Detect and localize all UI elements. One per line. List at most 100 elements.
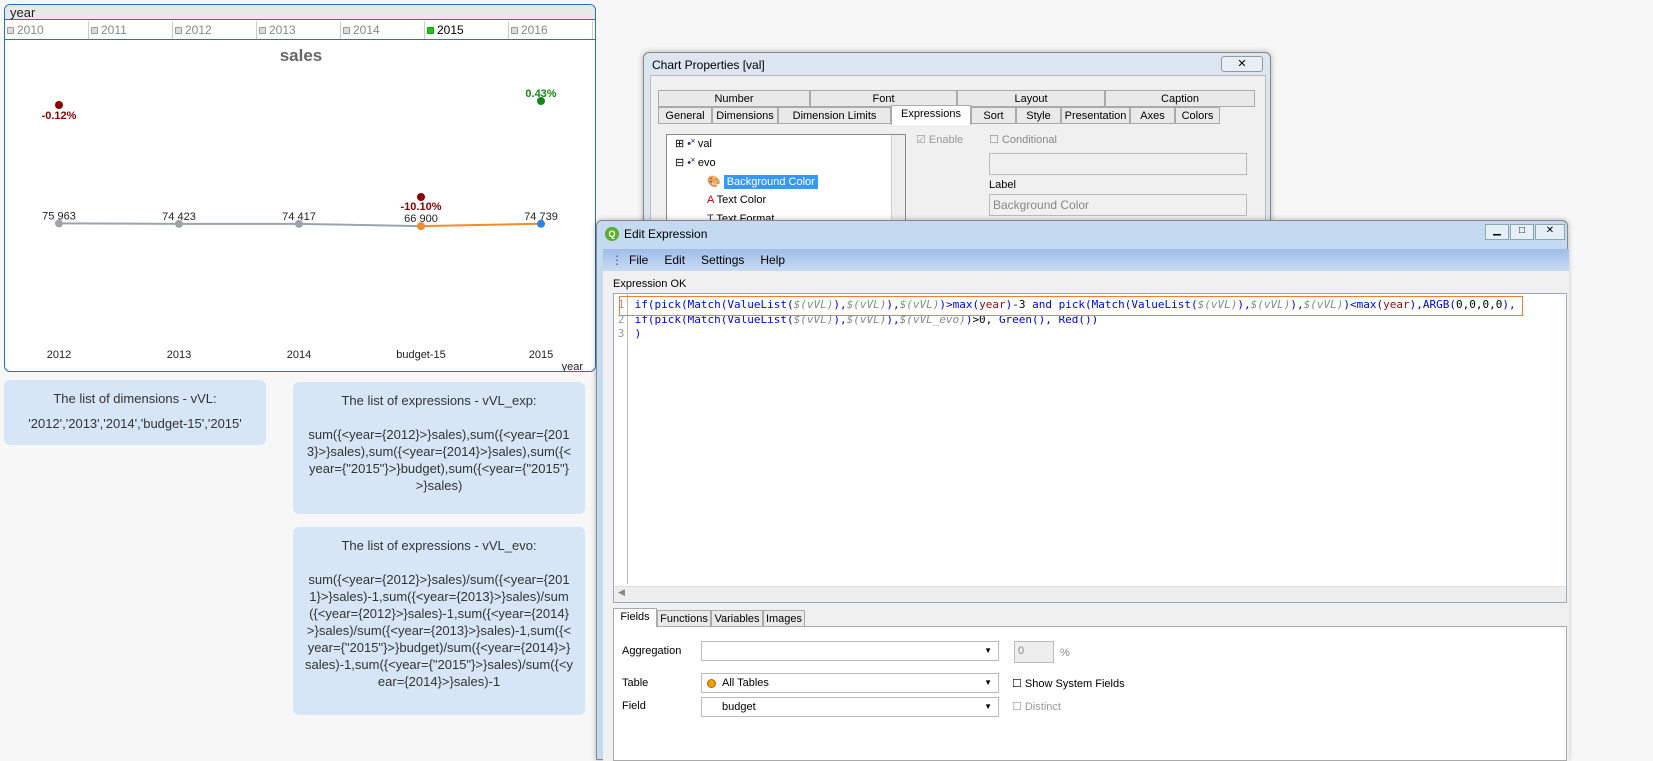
listbox-item-2014[interactable]: 2014 [341, 21, 425, 39]
listbox-item-2012[interactable]: 2012 [173, 21, 257, 39]
code-line: 3 ) [614, 327, 1516, 342]
data-label: 74 739 [524, 211, 558, 223]
code-token: ) [635, 327, 642, 340]
aggregation-label: Aggregation [622, 645, 681, 657]
maximize-button[interactable]: □ [1510, 224, 1534, 240]
tab-colors[interactable]: Colors [1175, 107, 1220, 124]
qlikview-logo-icon: Q [605, 227, 619, 241]
tab-images[interactable]: Images [763, 610, 805, 627]
menu-help[interactable]: Help [760, 253, 785, 267]
data-label: 66 900 [404, 213, 438, 225]
listbox-item-label: 2015 [437, 21, 464, 40]
data-label: 75 963 [42, 210, 76, 222]
percent-input[interactable]: 0 [1014, 641, 1054, 663]
chart-title: sales [280, 46, 323, 65]
show-system-fields-checkbox[interactable]: ☐ Show System Fields [1012, 677, 1125, 690]
edit-expression-dialog: Q Edit Expression ▁ □ ✕ ⋮FileEditSetting… [596, 220, 1568, 760]
evo-label: -10.10% [401, 201, 442, 213]
close-button[interactable]: ✕ [1535, 224, 1565, 240]
checkbox-icon [343, 27, 350, 34]
tab-expressions[interactable]: Expressions [891, 105, 971, 125]
tab-layout[interactable]: Layout [957, 90, 1105, 107]
listbox-item-label: 2014 [353, 21, 380, 40]
tab-variables[interactable]: Variables [711, 610, 763, 627]
minimize-button[interactable]: ▁ [1485, 224, 1509, 240]
field-label: Field [622, 700, 646, 712]
table-label: Table [622, 677, 648, 689]
tree-item[interactable]: ⊟ •˟ evo [675, 156, 716, 169]
menu-settings[interactable]: Settings [701, 253, 744, 267]
checkbox-icon [427, 27, 434, 34]
evo-point[interactable] [55, 101, 63, 109]
note-body: sum({<year={2012}>}sales),sum({<year={20… [305, 426, 573, 494]
tab-caption[interactable]: Caption [1105, 90, 1255, 107]
label-caption: Label [989, 179, 1016, 191]
tab-number[interactable]: Number [658, 90, 810, 107]
enable-label: Enable [929, 134, 963, 146]
conditional-label: Conditional [1002, 134, 1057, 146]
year-listbox: 2010 2011 2012 2013 2014 2015 2016 [5, 21, 595, 40]
tab-sort[interactable]: Sort [971, 107, 1016, 124]
menu-edit[interactable]: Edit [664, 253, 685, 267]
checkbox-icon [175, 27, 182, 34]
close-button[interactable]: ✕ [1221, 56, 1263, 72]
tab-dimensions[interactable]: Dimensions [712, 107, 778, 124]
tab-style[interactable]: Style [1016, 107, 1061, 124]
listbox-item-label: 2011 [101, 21, 127, 40]
enable-checkbox[interactable]: ☑ Enable [916, 133, 963, 146]
horizontal-scrollbar[interactable]: ◀ [614, 586, 1566, 602]
checkbox-icon [91, 27, 98, 34]
listbox-item-label: 2013 [269, 21, 296, 40]
tree-item-label: Text Color [717, 194, 767, 206]
fields-panel: Aggregation ▼ 0 % Table All Tables▼ ☐ Sh… [613, 626, 1567, 761]
aggregation-select[interactable]: ▼ [701, 641, 999, 661]
x-axis-title: year [562, 361, 584, 372]
evo-point[interactable] [417, 193, 425, 201]
listbox-item-2016[interactable]: 2016 [509, 21, 593, 39]
collapse-icon[interactable]: ⊟ [675, 157, 687, 169]
note-body: '2012','2013','2014','budget-15','2015' [16, 415, 254, 432]
evo-label: -0.12% [42, 110, 77, 122]
field-select[interactable]: budget▼ [701, 697, 999, 717]
tab-presentation[interactable]: Presentation [1061, 107, 1130, 124]
tree-item[interactable]: ⊞ •˟ val [675, 137, 712, 150]
expression-status: Expression OK [613, 278, 686, 290]
percent-unit: % [1060, 647, 1070, 659]
conditional-checkbox[interactable]: ☐ Conditional [989, 133, 1057, 146]
expand-icon[interactable]: ⊞ [675, 138, 687, 150]
x-tick-label: budget-15 [396, 349, 446, 361]
x-tick-label: 2012 [47, 349, 71, 361]
label-input[interactable]: Background Color [989, 194, 1247, 216]
evo-label: 0.43% [525, 88, 556, 100]
tree-item[interactable]: A Text Color [707, 194, 766, 206]
menu-bar: ⋮FileEditSettingsHelp [603, 249, 1569, 271]
tree-item-label: Background Color [724, 175, 818, 189]
tab-general[interactable]: General [658, 107, 712, 124]
data-label: 74 423 [162, 211, 196, 223]
listbox-item-2010[interactable]: 2010 [5, 21, 89, 39]
tree-item[interactable]: 🎨 Background Color [707, 175, 818, 188]
x-tick-label: 2013 [167, 349, 191, 361]
dialog-title: Chart Properties [val] [652, 58, 765, 72]
listbox-item-2011[interactable]: 2011 [89, 21, 173, 39]
table-select[interactable]: All Tables▼ [701, 673, 999, 693]
distinct-checkbox[interactable]: ☐ Distinct [1012, 700, 1061, 713]
tab-functions[interactable]: Functions [657, 610, 711, 627]
note-title: The list of expressions - vVL_exp: [305, 392, 573, 409]
checkbox-icon [259, 27, 266, 34]
tab-dimension-limits[interactable]: Dimension Limits [778, 107, 891, 124]
tab-axes[interactable]: Axes [1130, 107, 1175, 124]
x-tick-label: 2015 [529, 349, 553, 361]
listbox-item-label: 2010 [17, 21, 44, 40]
listbox-title: year [5, 5, 595, 20]
listbox-item-2013[interactable]: 2013 [257, 21, 341, 39]
menu-file[interactable]: File [629, 253, 648, 267]
listbox-item-2015[interactable]: 2015 [425, 21, 509, 39]
tab-fields[interactable]: Fields [613, 608, 657, 627]
text-note: The list of expressions - vVL_evo:sum({<… [293, 527, 585, 715]
conditional-input[interactable] [989, 153, 1247, 175]
expression-icon: •˟ [687, 157, 698, 169]
listbox-item-label: 2012 [185, 21, 212, 40]
listbox-item-label: 2016 [521, 21, 548, 40]
expression-editor[interactable]: 1 if(pick(Match(ValueList($(vVL)),$(vVL)… [613, 293, 1567, 603]
